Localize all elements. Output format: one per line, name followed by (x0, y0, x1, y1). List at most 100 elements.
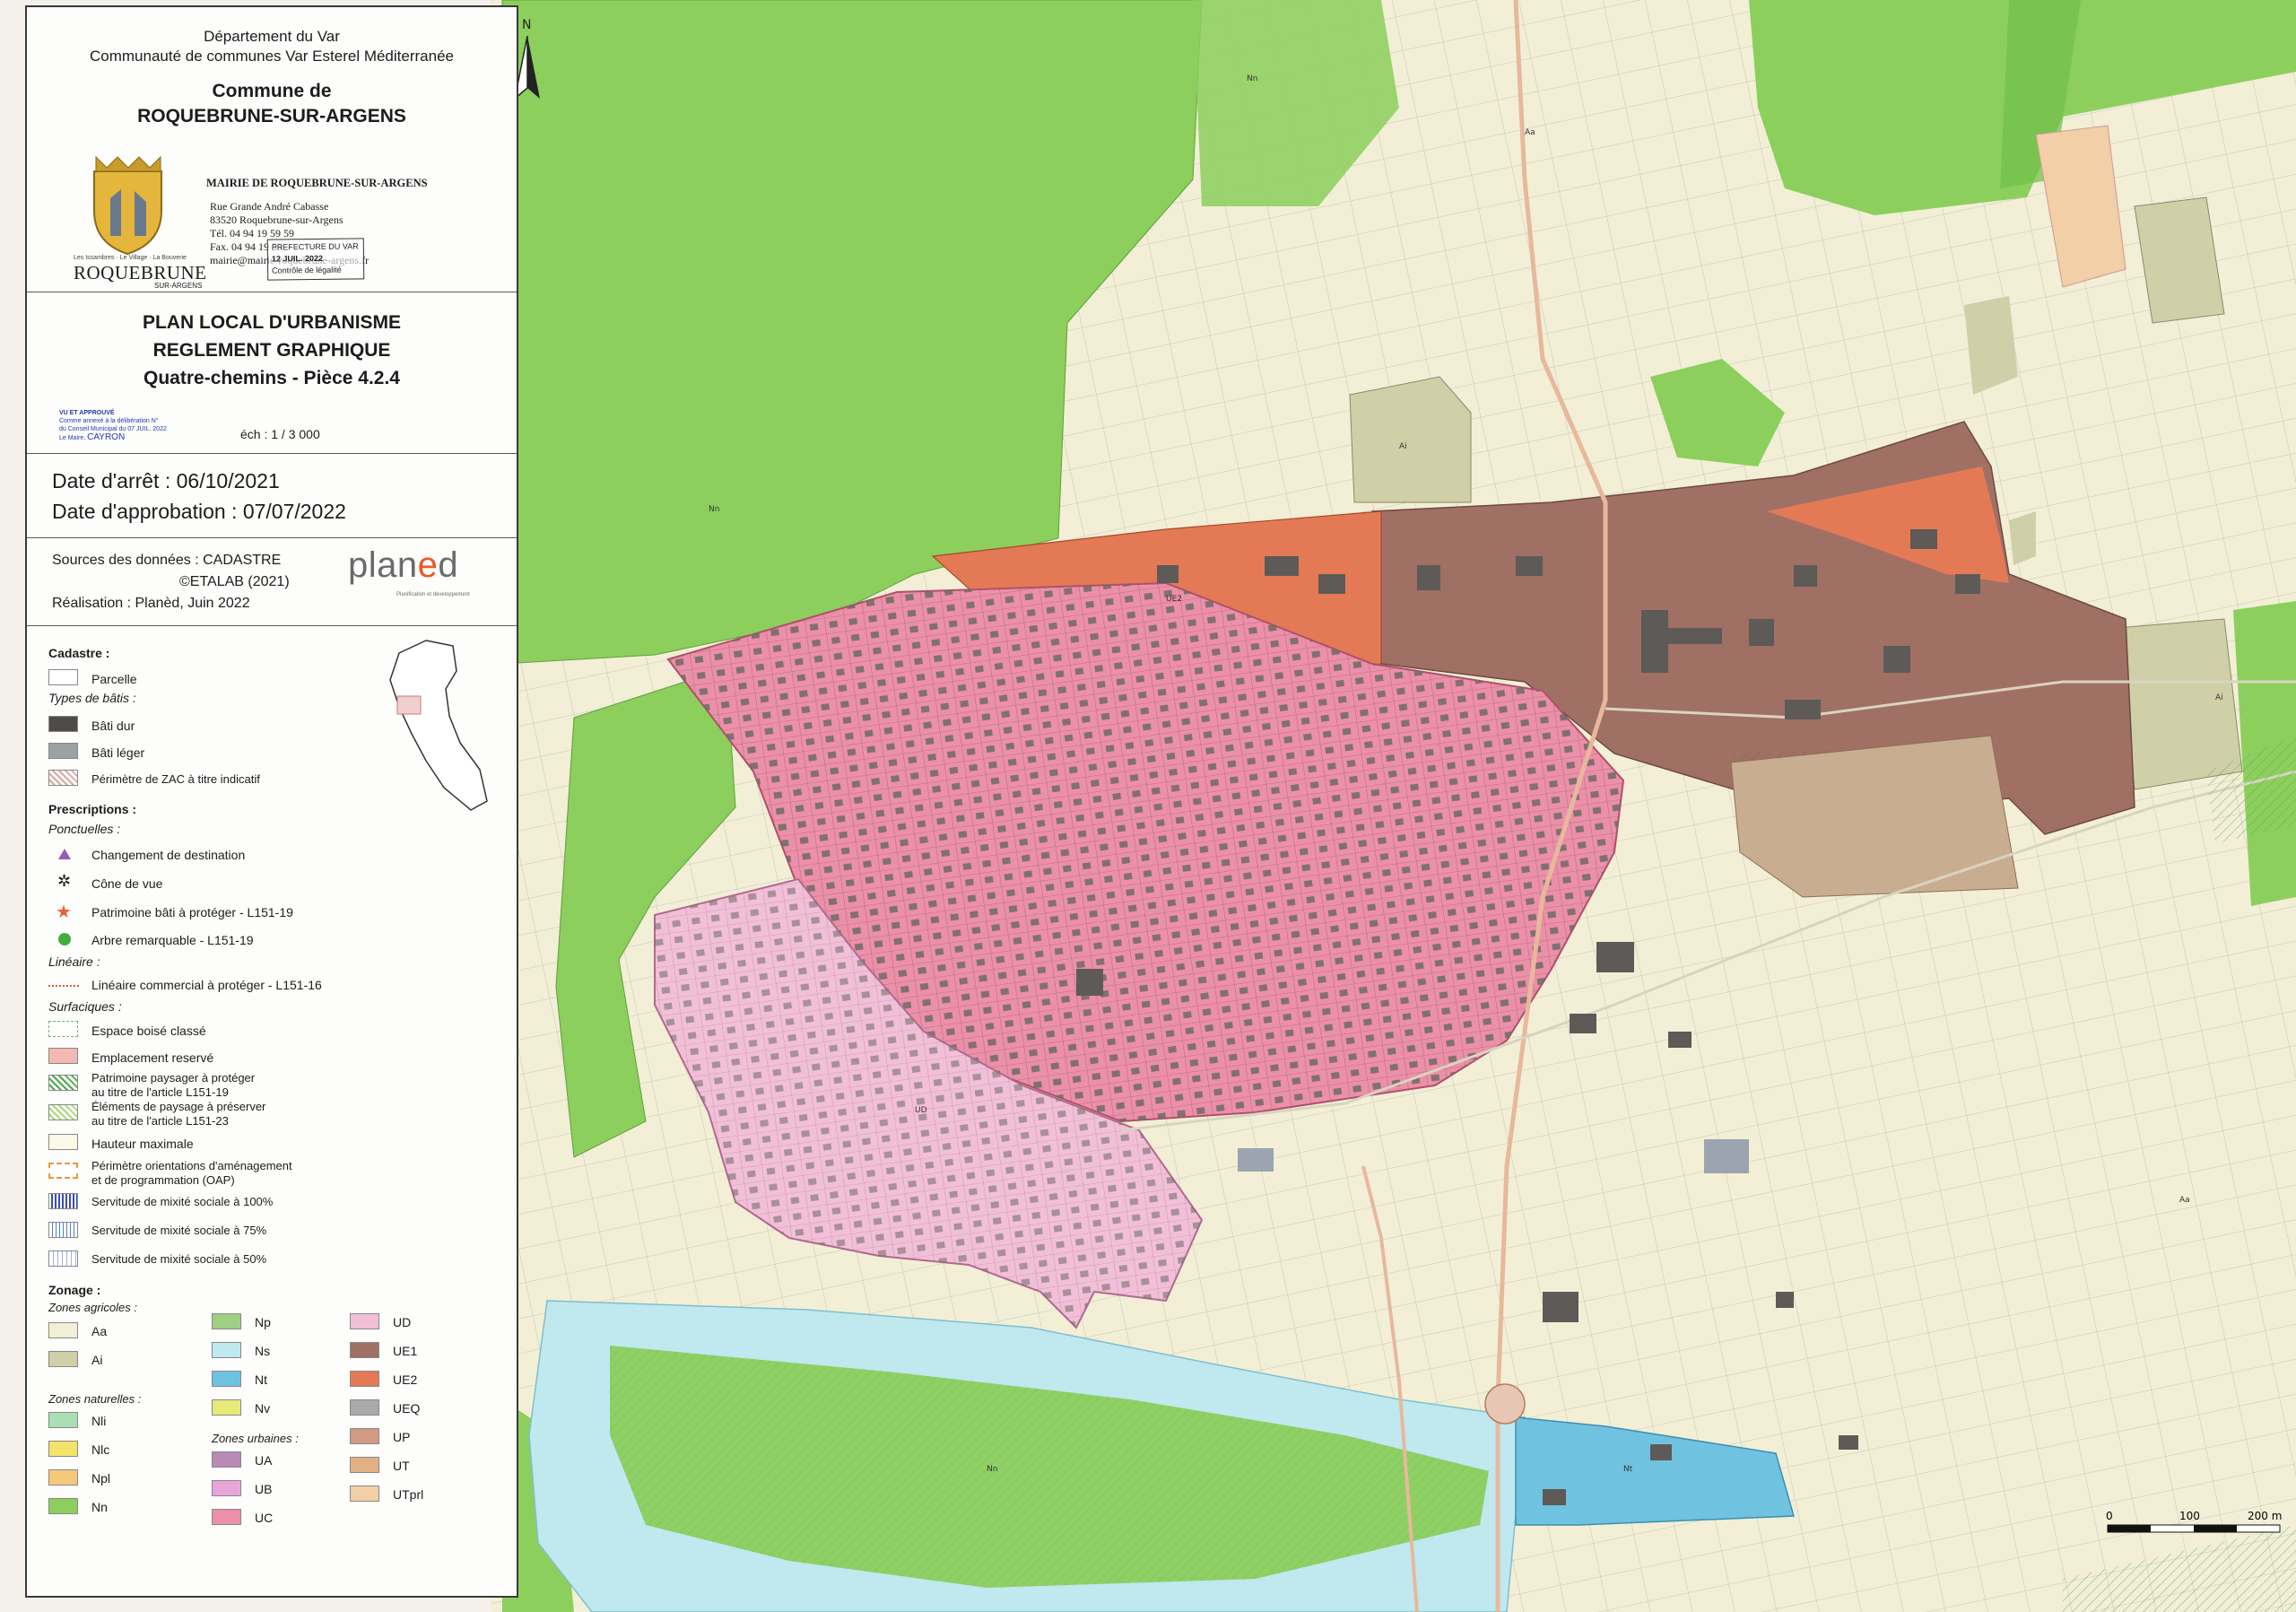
swatch-ebc (48, 1021, 78, 1037)
date-arret: Date d'arrêt : 06/10/2021 (52, 469, 280, 492)
scale-bar: 0 100 200 m (2106, 1510, 2282, 1533)
legend-zone-ua: UA (255, 1453, 273, 1468)
commune-title: Commune de ROQUEBRUNE-SUR-ARGENS (137, 81, 406, 126)
zone-ai-4 (2116, 618, 2243, 790)
legend-zone-uc: UC (255, 1511, 274, 1525)
roundabout (1484, 1383, 1526, 1425)
swatch-elements (48, 1104, 78, 1120)
zone-ai-1 (1349, 376, 1472, 503)
logo-subtext: SUR-ARGENS (154, 282, 203, 290)
asterisk-icon: ✲ (57, 872, 72, 890)
legend-zone-np: Np (255, 1315, 271, 1329)
date-approbation: Date d'approbation : 07/07/2022 (52, 500, 346, 523)
legend-zone-ueq: UEQ (393, 1401, 421, 1416)
swatch-zone-aa (48, 1322, 78, 1338)
swatch-zone-nn (48, 1498, 78, 1514)
swatch-mixite50 (48, 1250, 78, 1267)
swatch-zone-npl (48, 1469, 78, 1486)
legend-prescriptions: Prescriptions : (48, 802, 137, 816)
legend-zone-nli: Nli (91, 1414, 107, 1428)
legend-lineaire: Linéaire commercial à protéger - L151-16 (91, 978, 322, 992)
header-box: Département du Var Communauté de commune… (27, 7, 517, 292)
svg-text:Nt: Nt (1623, 1465, 1633, 1474)
department-line: Département du Var Communauté de commune… (90, 28, 454, 65)
legend-zac: Périmètre de ZAC à titre indicatif (91, 772, 260, 786)
legend-zone-ue2: UE2 (393, 1372, 418, 1387)
mairie-title: MAIRIE DE ROQUEBRUNE-SUR-ARGENS (206, 177, 428, 189)
mairie-address2: 83520 Roquebrune-sur-Argens (210, 213, 344, 226)
swatch-lineaire (48, 985, 79, 987)
legend-panel: Département du Var Communauté de commune… (25, 5, 518, 1598)
triangle-icon (58, 849, 71, 859)
svg-text:UE2: UE2 (1166, 595, 1182, 604)
swatch-parcelle (48, 669, 78, 685)
scale-0: 0 (2106, 1510, 2113, 1522)
swatch-zone-ue2 (350, 1371, 379, 1387)
swatch-bati-leger (48, 743, 78, 759)
legend-lineaire-title: Linéaire : (48, 954, 100, 969)
swatch-bati-dur (48, 716, 78, 732)
legend-zone-ue1: UE1 (393, 1344, 418, 1358)
swatch-zone-nlc (48, 1441, 78, 1457)
legend-elements: Éléments de paysage à préserver au titre … (91, 1100, 266, 1128)
sources-line1: Sources des données : CADASTRE (52, 553, 282, 568)
scale-200: 200 m (2248, 1510, 2282, 1522)
svg-text:UD: UD (915, 1106, 927, 1115)
swatch-paysager (48, 1075, 78, 1091)
legend: Cadastre : Parcelle Types de bâtis : Bât… (27, 626, 517, 1595)
svg-text:Ai: Ai (2215, 693, 2223, 702)
legend-zones-naturelles: Zones naturelles : (48, 1392, 142, 1406)
legend-zone-ns: Ns (255, 1344, 271, 1358)
swatch-zone-ai (48, 1351, 78, 1367)
title-box: PLAN LOCAL D'URBANISME REGLEMENT GRAPHIQ… (27, 292, 517, 454)
legend-zone-aa: Aa (91, 1324, 108, 1338)
legend-ebc: Espace boisé classé (91, 1024, 206, 1038)
mairie-address1: Rue Grande André Cabasse (210, 200, 329, 213)
legend-zones-urbaines: Zones urbaines : (212, 1432, 299, 1445)
swatch-zone-ud (350, 1313, 379, 1329)
swatch-zone-utprl (350, 1486, 379, 1502)
legend-zone-ai: Ai (91, 1353, 103, 1367)
north-label: N (522, 18, 531, 32)
swatch-mixite100 (48, 1193, 78, 1209)
swatch-mixite75 (48, 1222, 78, 1238)
swatch-zone-ueq (350, 1399, 379, 1416)
svg-text:Ai: Ai (1399, 442, 1407, 451)
legend-zone-utprl: UTprl (393, 1487, 424, 1502)
prefecture-stamp: PREFECTURE DU VAR 12 JUIL. 2022 Contrôle… (266, 238, 365, 281)
svg-text:Aa: Aa (2179, 1196, 2190, 1205)
zone-up (1730, 735, 2019, 898)
legend-changement: Changement de destination (91, 848, 246, 862)
legend-arbre: Arbre remarquable - L151-19 (91, 933, 254, 947)
sources-box: Sources des données : CADASTRE ©ETALAB (… (27, 538, 517, 626)
swatch-zone-up (350, 1428, 379, 1444)
sources-line2: ©ETALAB (2021) (179, 574, 290, 589)
swatch-zone-nt (212, 1371, 241, 1387)
zone-ai-3 (1964, 296, 2018, 395)
logo-tagline: Les Issambres · Le Village · La Bouverie (74, 255, 187, 261)
legend-zone-nt: Nt (255, 1372, 267, 1387)
swatch-zone-nli (48, 1412, 78, 1428)
swatch-zone-ns (212, 1342, 241, 1358)
crest-icon (93, 155, 162, 256)
legend-patrimoine-bati: Patrimoine bâti à protéger - L151-19 (91, 905, 293, 919)
swatch-zone-ue1 (350, 1342, 379, 1358)
legend-surfaciques: Surfaciques : (48, 999, 122, 1014)
legend-cone: Cône de vue (91, 876, 163, 891)
zoning-map: Aa Ai Nn Nn UE2 UD Nn Nt Ai Aa (491, 0, 2296, 1612)
swatch-zone-ut (350, 1457, 379, 1473)
svg-text:Nn: Nn (987, 1465, 997, 1474)
legend-zones-agricoles: Zones agricoles : (48, 1301, 137, 1314)
legend-zone-npl: Npl (91, 1471, 111, 1486)
legend-zonage: Zonage : (48, 1283, 101, 1297)
legend-paysager: Patrimoine paysager à protéger au titre d… (91, 1071, 256, 1099)
legend-zone-ub: UB (255, 1482, 273, 1496)
legend-bati-dur: Bâti dur (91, 719, 135, 733)
planed-logo: planed (348, 545, 459, 585)
legend-mixite50: Servitude de mixité sociale à 50% (91, 1252, 267, 1266)
scale-100: 100 (2179, 1510, 2200, 1522)
legend-zone-nv: Nv (255, 1401, 271, 1416)
legend-zone-up: UP (393, 1430, 411, 1444)
sources-line3: Réalisation : Planèd, Juin 2022 (52, 596, 250, 611)
planed-tagline: Planification et développement (396, 592, 470, 597)
